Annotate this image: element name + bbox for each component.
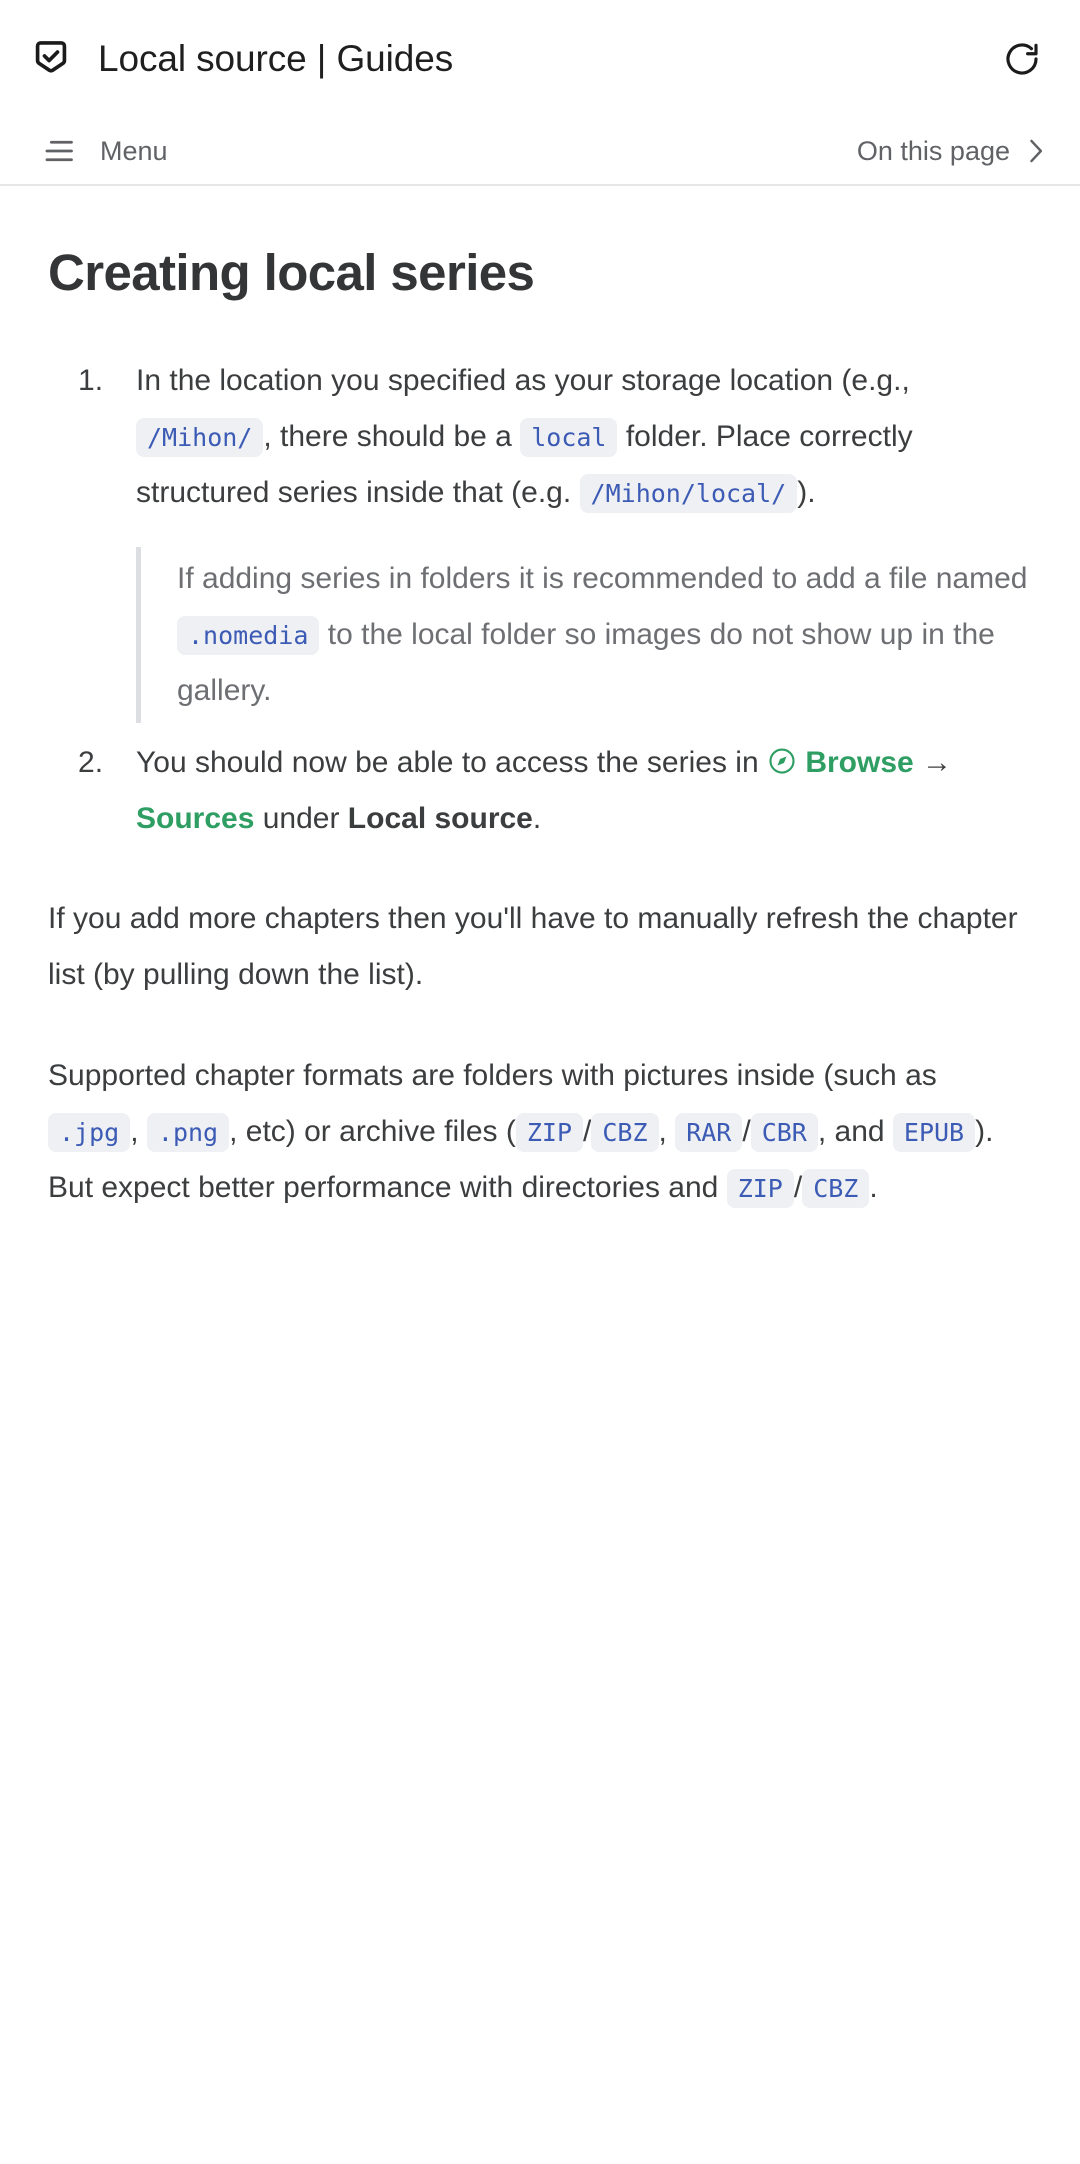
paragraph-body: If you add more chapters then you'll hav… xyxy=(48,902,1018,992)
list-item: In the location you specified as your st… xyxy=(78,353,1032,724)
inline-code: ZIP xyxy=(726,1168,794,1208)
site-identity: Local source | Guides xyxy=(28,36,994,82)
list-item: You should now be able to access the ser… xyxy=(78,735,1032,847)
inline-link-sources[interactable]: Sources xyxy=(136,802,254,835)
inline-code: CBR xyxy=(750,1112,818,1152)
inline-code: EPUB xyxy=(892,1112,976,1152)
inline-link-browse[interactable]: Browse xyxy=(805,746,913,779)
page-heading: Creating local series xyxy=(48,244,535,301)
on-this-page-button[interactable]: On this page xyxy=(857,136,1046,167)
reload-button[interactable] xyxy=(994,31,1050,87)
arrow-right-glyph: → xyxy=(922,746,953,780)
on-this-page-label: On this page xyxy=(856,135,1010,166)
inline-code: CBZ xyxy=(591,1112,659,1152)
hamburger-icon xyxy=(44,138,77,164)
menu-button[interactable]: Menu xyxy=(44,136,168,167)
note-body: If adding series in folders it is recomm… xyxy=(177,561,1028,708)
inline-code: ZIP xyxy=(515,1112,584,1152)
menu-label: Menu xyxy=(100,135,168,166)
compass-icon xyxy=(767,739,797,774)
docs-nav-bar: Menu On this page xyxy=(0,118,1080,186)
article-content: Creating local series In the location yo… xyxy=(0,244,1080,1216)
browser-app-bar: Local source | Guides xyxy=(0,0,1080,118)
page-title: Local source | Guides xyxy=(98,38,454,79)
chevron-right-icon xyxy=(1026,138,1046,164)
inline-code: local xyxy=(520,417,618,457)
step-body: You should now be able to access the ser… xyxy=(136,746,952,835)
inline-code: RAR xyxy=(675,1112,743,1152)
paragraph: Supported chapter formats are folders wi… xyxy=(48,1048,1032,1216)
steps-list: In the location you specified as your st… xyxy=(48,353,1032,848)
shield-check-icon xyxy=(28,36,74,82)
inline-code: /Mihon/ xyxy=(136,417,264,457)
note-blockquote: If adding series in folders it is recomm… xyxy=(136,546,1032,724)
inline-code: .nomedia xyxy=(177,616,320,656)
inline-code: /Mihon/local/ xyxy=(579,473,798,513)
step-body: In the location you specified as your st… xyxy=(136,364,913,513)
inline-code: .jpg xyxy=(48,1112,131,1152)
inline-code: CBZ xyxy=(802,1168,870,1208)
paragraph: If you add more chapters then you'll hav… xyxy=(48,891,1032,1003)
bold-term: Local source xyxy=(347,802,533,836)
paragraph-body: Supported chapter formats are folders wi… xyxy=(48,1059,993,1208)
reload-icon xyxy=(1001,38,1043,80)
inline-code: .png xyxy=(146,1112,230,1152)
